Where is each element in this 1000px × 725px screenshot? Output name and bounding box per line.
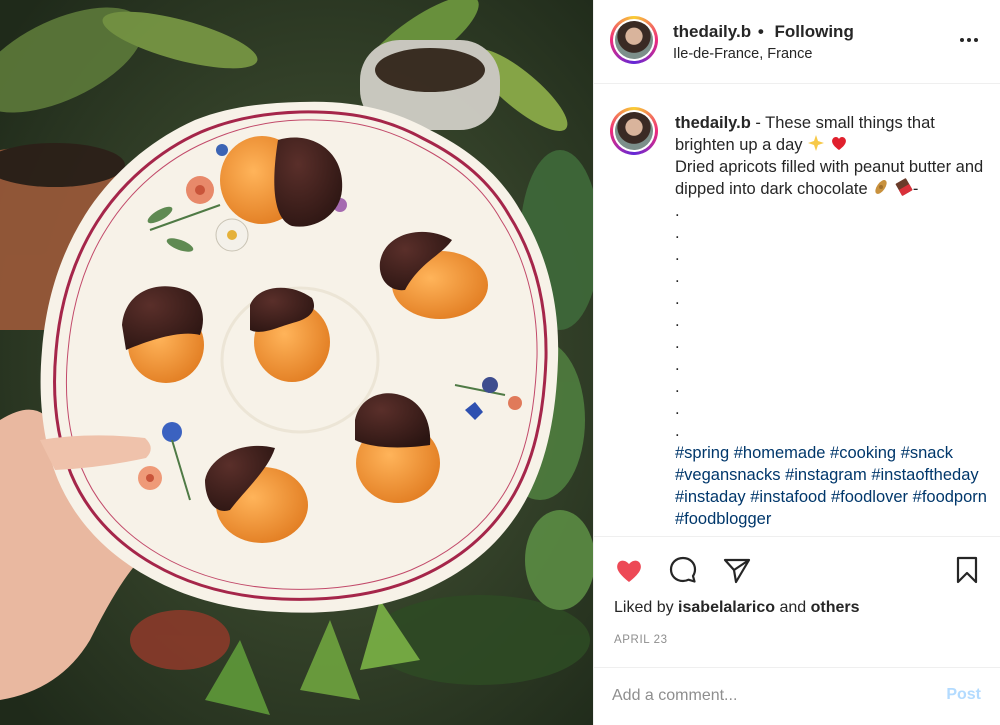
dot-line: . (675, 224, 680, 242)
hashtag-link[interactable]: #foodblogger (675, 510, 771, 528)
dot-line: . (675, 290, 680, 308)
hashtag-link[interactable]: #vegansnacks (675, 466, 781, 484)
hashtag-link[interactable]: #instafood (750, 488, 826, 506)
caption-line-2-tail: - (912, 180, 919, 198)
hashtag-link[interactable]: #snack (901, 444, 953, 462)
dot-line: . (675, 422, 680, 440)
caption-dot-lines: . . . . . . . . . . . (675, 200, 987, 442)
hashtag-link[interactable]: #homemade (734, 444, 826, 462)
chocolate-bar-icon (895, 178, 913, 196)
comment-input[interactable] (612, 684, 912, 708)
hashtag-link[interactable]: #foodporn (913, 488, 987, 506)
caption-author-avatar[interactable] (610, 107, 658, 155)
apricot-plate-image (0, 0, 593, 725)
heart-icon[interactable] (614, 555, 644, 585)
hashtag-link[interactable]: #cooking (830, 444, 896, 462)
liked-by-text: Liked by isabelalarico and others (614, 599, 860, 617)
sparkles-icon (808, 135, 825, 151)
dot-line: . (675, 400, 680, 418)
peanuts-icon (875, 180, 887, 194)
post-date[interactable]: APRIL 23 (614, 634, 668, 646)
liked-by-others-link[interactable]: others (811, 599, 860, 616)
comment-bubble-icon[interactable] (668, 555, 698, 585)
dot-line: . (675, 334, 680, 352)
liked-by-user-link[interactable]: isabelalarico (678, 599, 775, 616)
paper-plane-icon[interactable] (722, 555, 752, 585)
caption-area: thedaily.b - These small things that bri… (594, 85, 1000, 535)
hashtag-link[interactable]: #instaday (675, 488, 746, 506)
comment-bar: Post (594, 667, 1000, 725)
dot-line: . (675, 268, 680, 286)
more-options-icon[interactable] (959, 30, 979, 50)
liked-by-prefix: Liked by (614, 599, 679, 616)
hashtag-link[interactable]: #instagram (785, 466, 867, 484)
caption-text: thedaily.b - These small things that bri… (675, 112, 987, 530)
post-photo[interactable] (0, 0, 593, 725)
caption-line-2: Dried apricots filled with peanut butter… (675, 158, 984, 198)
bookmark-icon[interactable] (952, 555, 982, 585)
author-username[interactable]: thedaily.b (673, 22, 751, 41)
post-comment-button[interactable]: Post (946, 686, 981, 704)
header-user-line: thedaily.b • Following (673, 22, 854, 42)
red-heart-icon (831, 137, 846, 150)
hashtag-list: #spring #homemade #cooking #snack #vegan… (675, 442, 987, 530)
separator-dot: • (757, 22, 764, 41)
dot-line: . (675, 312, 680, 330)
post-location[interactable]: Ile-de-France, France (673, 46, 812, 62)
dot-line: . (675, 246, 680, 264)
hashtag-link[interactable]: #spring (675, 444, 729, 462)
liked-by-and: and (775, 599, 811, 616)
post-header: thedaily.b • Following Ile-de-France, Fr… (594, 0, 1000, 84)
post-details-panel: thedaily.b • Following Ile-de-France, Fr… (593, 0, 1000, 725)
dot-line: . (675, 378, 680, 396)
caption-username[interactable]: thedaily.b (675, 114, 751, 132)
dot-line: . (675, 202, 680, 220)
following-button[interactable]: Following (775, 22, 854, 41)
apricot-chocolate-1 (220, 136, 343, 227)
author-avatar[interactable] (610, 16, 658, 64)
hashtag-link[interactable]: #foodlover (831, 488, 908, 506)
hashtag-link[interactable]: #instaoftheday (871, 466, 978, 484)
dot-line: . (675, 356, 680, 374)
post-actions: Liked by isabelalarico and others APRIL … (594, 536, 1000, 666)
